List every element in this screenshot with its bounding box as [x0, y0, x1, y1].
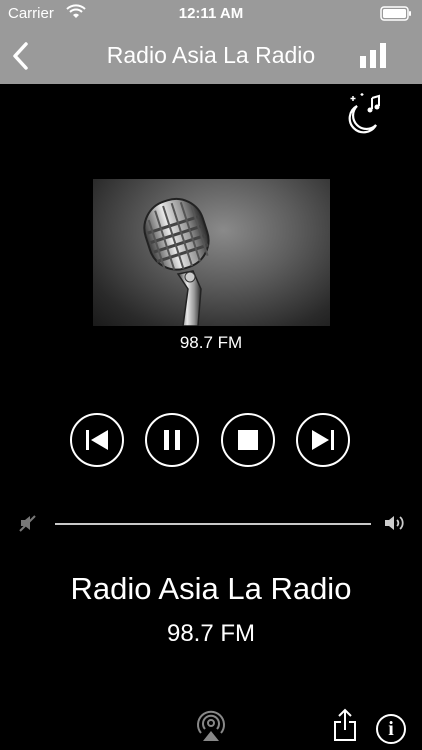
stop-button[interactable] [221, 413, 275, 467]
share-icon[interactable] [333, 708, 357, 742]
airplay-icon[interactable] [196, 710, 226, 742]
volume-high-icon [385, 516, 404, 530]
info-icon[interactable]: i [376, 714, 406, 744]
microphone-icon [143, 197, 210, 326]
pause-button[interactable] [145, 413, 199, 467]
clock: 12:11 AM [178, 5, 244, 22]
now-playing-frequency: 98.7 FM [166, 620, 256, 647]
volume-slider[interactable] [55, 523, 371, 525]
volume-mute-icon [19, 515, 36, 532]
status-bar: Carrier 12:11 AM [0, 0, 422, 28]
now-playing-station: Radio Asia La Radio [70, 571, 352, 606]
navigation-bar: Radio Asia La Radio [0, 28, 422, 84]
previous-button[interactable] [70, 413, 124, 467]
artwork-frequency-label: 98.7 FM [179, 333, 243, 352]
pause-icon [164, 430, 180, 450]
volume-slider-fill [55, 523, 371, 525]
next-button[interactable] [296, 413, 350, 467]
stop-icon [238, 430, 258, 450]
skip-previous-icon [86, 430, 108, 450]
sleep-timer-moon-icon[interactable] [342, 92, 386, 136]
bar-chart-icon[interactable] [358, 42, 388, 70]
station-artwork [93, 179, 330, 326]
skip-next-icon [312, 430, 334, 450]
battery-icon [380, 6, 411, 21]
